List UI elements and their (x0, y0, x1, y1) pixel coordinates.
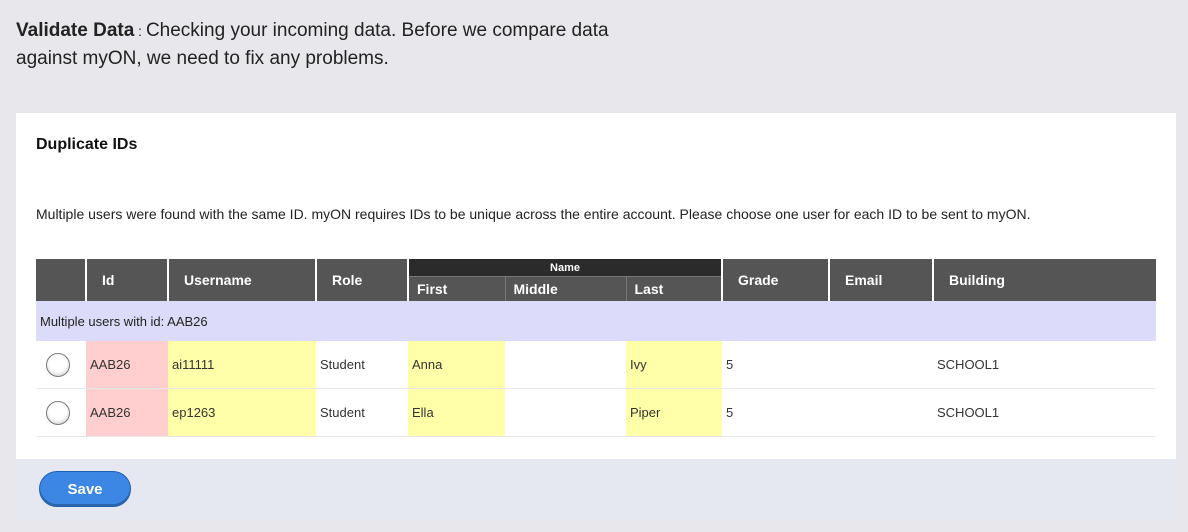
group-label: Multiple users with id: AAB26 (36, 301, 1156, 341)
panel-description: Multiple users were found with the same … (36, 206, 1031, 222)
select-cell[interactable] (36, 341, 86, 389)
role-cell: Student (316, 341, 408, 389)
username-cell: ai11111 (168, 341, 316, 389)
email-cell (829, 388, 933, 437)
select-column-header (36, 259, 86, 301)
table-row[interactable]: AAB26 ai11111 Student Anna Ivy 5 SCHOOL1 (36, 341, 1156, 389)
grade-cell: 5 (722, 341, 829, 389)
name-column-group-header: Name (407, 259, 722, 277)
middle-name-cell (505, 388, 626, 437)
form-footer: Save (16, 459, 1176, 520)
title-separator: : (134, 23, 146, 39)
role-column-header: Role (315, 259, 408, 301)
username-cell: ep1263 (168, 388, 316, 437)
last-name-cell: Ivy (626, 341, 722, 389)
first-name-cell: Ella (408, 388, 505, 437)
middle-name-cell (505, 341, 626, 389)
group-row: Multiple users with id: AAB26 (36, 301, 1156, 341)
duplicates-table: Id Username Role Name Grade Email Buildi… (36, 259, 1156, 437)
first-name-column-header: First (407, 276, 505, 301)
last-name-cell: Piper (626, 388, 722, 437)
role-cell: Student (316, 388, 408, 437)
building-cell: SCHOOL1 (933, 388, 1156, 437)
email-cell (829, 341, 933, 389)
id-column-header: Id (85, 259, 168, 301)
page-title: Validate Data (16, 20, 135, 41)
middle-name-column-header: Middle (504, 276, 626, 301)
select-user-radio[interactable] (46, 352, 70, 377)
select-user-radio[interactable] (46, 400, 70, 425)
page-header: Validate Data : Checking your incoming d… (16, 17, 616, 73)
last-name-column-header: Last (625, 276, 722, 301)
panel-title: Duplicate IDs (36, 136, 138, 153)
id-cell: AAB26 (86, 341, 168, 389)
grade-cell: 5 (722, 388, 829, 437)
table-row[interactable]: AAB26 ep1263 Student Ella Piper 5 SCHOOL… (36, 388, 1156, 437)
email-column-header: Email (828, 259, 933, 301)
id-cell: AAB26 (86, 388, 168, 437)
duplicate-ids-panel: Duplicate IDs Multiple users were found … (16, 113, 1176, 459)
building-column-header: Building (932, 259, 1156, 301)
building-cell: SCHOOL1 (933, 341, 1156, 389)
first-name-cell: Anna (408, 341, 505, 389)
select-cell[interactable] (36, 388, 86, 437)
username-column-header: Username (167, 259, 316, 301)
grade-column-header: Grade (721, 259, 829, 301)
save-button[interactable]: Save (39, 471, 131, 507)
